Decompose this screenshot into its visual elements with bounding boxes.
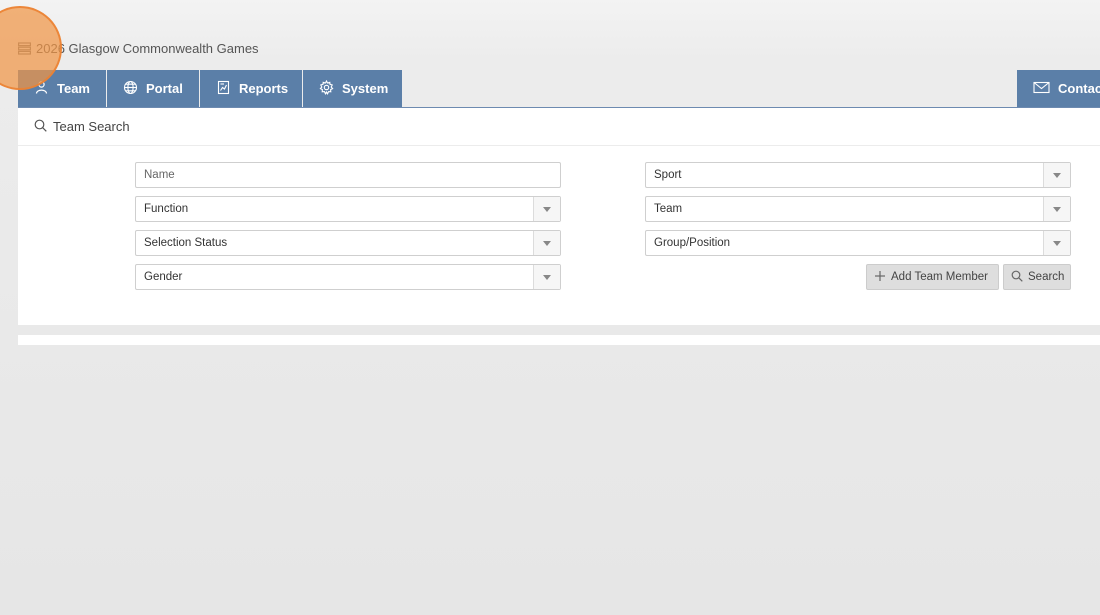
app-title[interactable]: 2026 Glasgow Commonwealth Games [18, 38, 259, 58]
button-label: Add Team Member [891, 271, 988, 283]
tab-team[interactable]: Team [18, 70, 106, 107]
team-select[interactable]: Team [645, 196, 1071, 222]
button-label: Search [1028, 271, 1065, 283]
tab-contact[interactable]: Contact [1017, 70, 1100, 107]
search-icon [34, 119, 47, 135]
panel-title: Team Search [53, 119, 130, 134]
tab-label: Contact [1058, 81, 1100, 96]
chevron-down-icon[interactable] [533, 197, 560, 221]
sport-select[interactable]: Sport [645, 162, 1071, 188]
select-label: Sport [654, 169, 682, 181]
team-search-panel: Team Search Function Selection Status Ge… [18, 108, 1100, 325]
search-icon [1011, 270, 1023, 285]
gear-icon [319, 79, 334, 98]
function-select[interactable]: Function [135, 196, 561, 222]
tab-portal[interactable]: Portal [107, 70, 199, 107]
chevron-down-icon[interactable] [533, 265, 560, 289]
search-button[interactable]: Search [1003, 264, 1071, 290]
panel-header: Team Search [18, 108, 1100, 146]
add-team-member-button[interactable]: Add Team Member [866, 264, 999, 290]
select-label: Team [654, 203, 683, 215]
name-field[interactable] [135, 162, 561, 188]
tab-system[interactable]: System [303, 70, 402, 107]
chevron-down-icon[interactable] [1043, 231, 1070, 255]
envelope-icon [1033, 80, 1050, 98]
group-position-select[interactable]: Group/Position [645, 230, 1071, 256]
gender-select[interactable]: Gender [135, 264, 561, 290]
tab-label: System [342, 81, 389, 96]
name-input[interactable] [144, 169, 560, 181]
report-icon [216, 80, 231, 98]
tab-reports[interactable]: Reports [200, 70, 302, 107]
tab-label: Portal [146, 81, 183, 96]
select-label: Function [144, 203, 189, 215]
team-icon [34, 80, 49, 98]
selection-status-select[interactable]: Selection Status [135, 230, 561, 256]
chevron-down-icon[interactable] [533, 231, 560, 255]
app-title-text: 2026 Glasgow Commonwealth Games [36, 40, 259, 56]
menu-icon[interactable] [18, 41, 32, 55]
tab-label: Reports [239, 81, 289, 96]
chevron-down-icon[interactable] [1043, 163, 1070, 187]
select-label: Selection Status [144, 237, 228, 249]
chevron-down-icon[interactable] [1043, 197, 1070, 221]
globe-icon [123, 80, 138, 98]
select-label: Gender [144, 271, 183, 283]
select-label: Group/Position [654, 237, 731, 249]
results-panel [18, 335, 1100, 345]
plus-icon [874, 270, 886, 285]
main-nav: Team Portal Reports System Contact [18, 70, 1100, 108]
tab-label: Team [57, 81, 90, 96]
